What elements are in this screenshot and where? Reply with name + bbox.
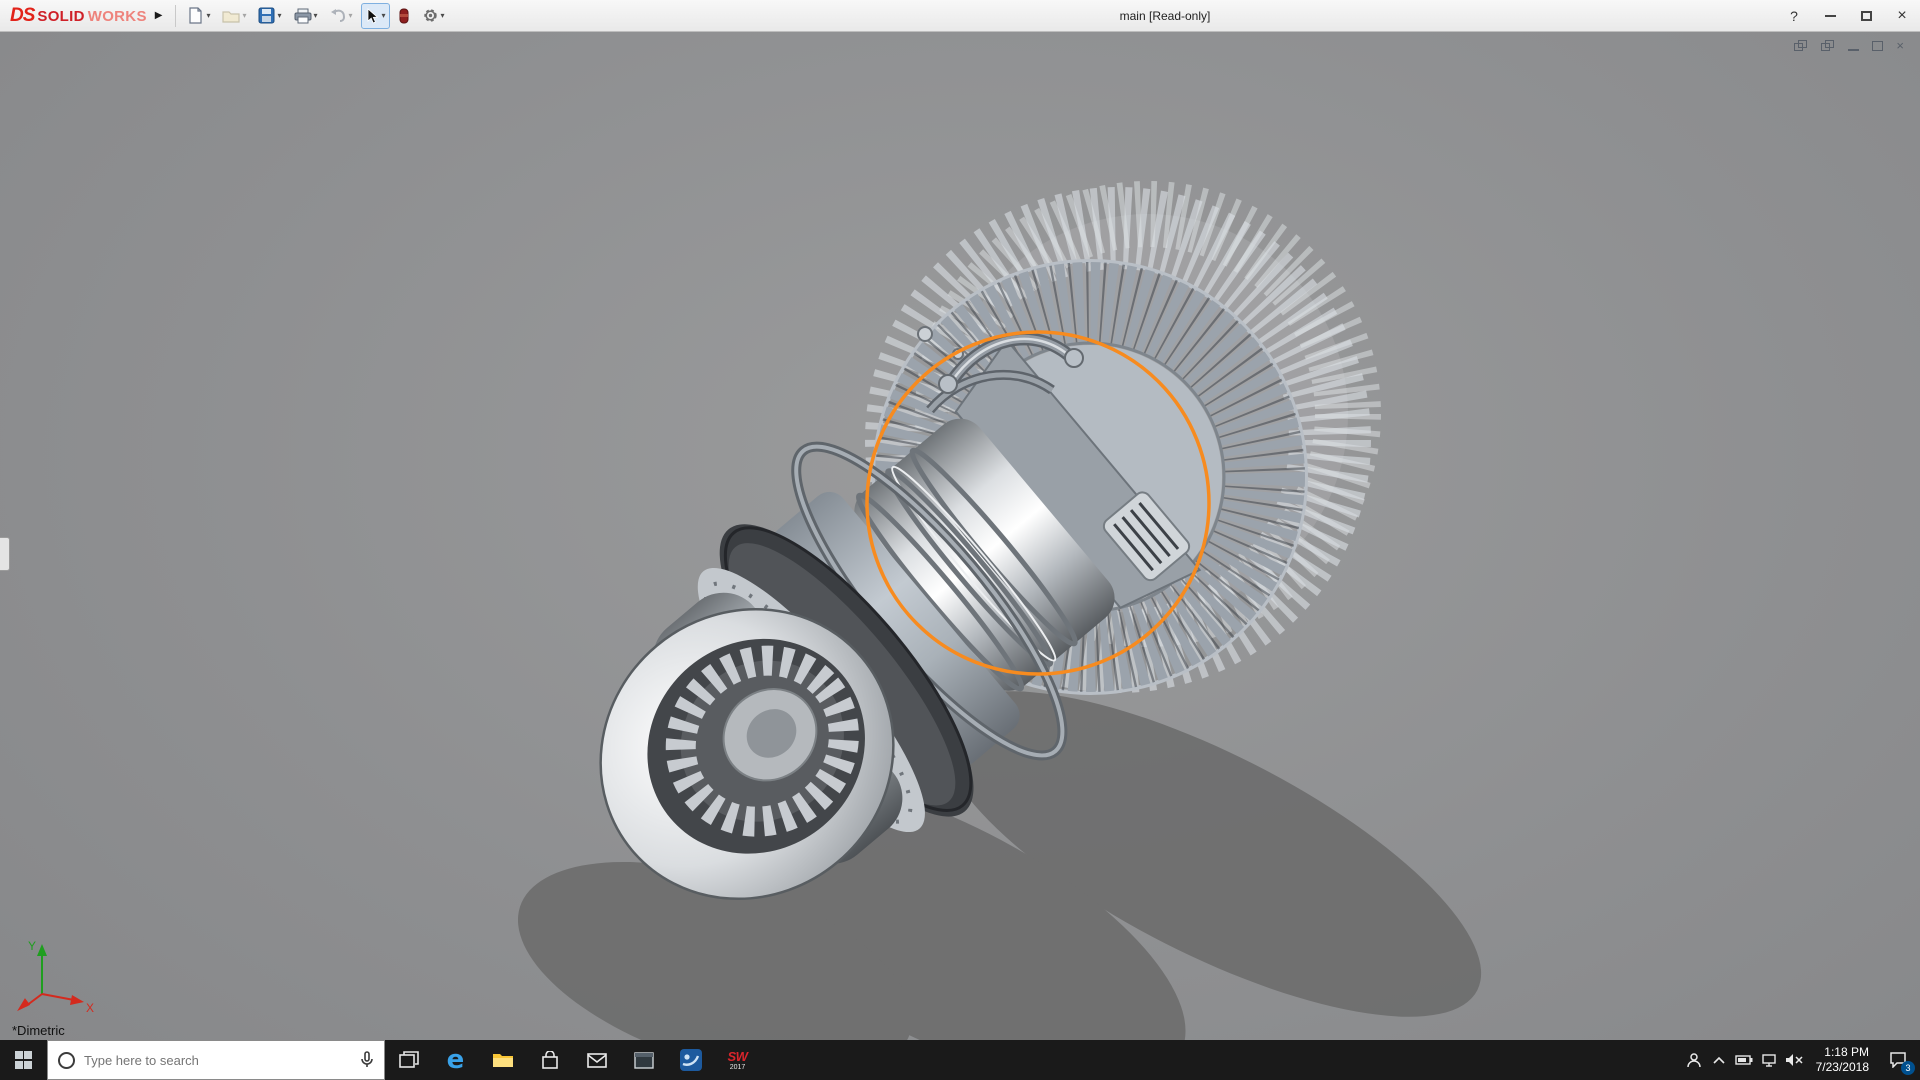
close-button[interactable]: × (1884, 0, 1920, 32)
select-tool-button[interactable]: ▾ (361, 3, 390, 29)
task-view-button[interactable] (385, 1040, 432, 1080)
document-title: main [Read-only] (1120, 9, 1211, 23)
toolbar-separator (175, 5, 176, 27)
solidworks-2017-icon: SW 2017 (728, 1050, 748, 1071)
save-caret[interactable]: ▾ (277, 11, 281, 20)
help-button[interactable]: ? (1776, 0, 1812, 32)
open-document-caret[interactable]: ▾ (242, 11, 246, 20)
notification-badge: 3 (1901, 1061, 1915, 1075)
network-icon (1761, 1053, 1777, 1067)
print-icon (294, 8, 312, 24)
graphics-viewport[interactable]: × Y X *Dimetric (0, 32, 1920, 1040)
brand-works: WORKS (88, 8, 147, 25)
title-bar: DS SOLIDWORKS ▶ ▾ ▾ (0, 0, 1920, 32)
child-restore-icon[interactable] (1872, 41, 1883, 51)
taskbar-clock[interactable]: 1:18 PM 7/23/2018 (1807, 1045, 1878, 1075)
menu-flyout-arrow[interactable]: ▶ (155, 10, 163, 21)
volume-button[interactable] (1782, 1040, 1807, 1080)
save-floppy-icon (258, 7, 275, 24)
triad-y-label: Y (28, 939, 36, 953)
new-document-caret[interactable]: ▾ (206, 11, 210, 20)
select-tool-caret[interactable]: ▾ (382, 11, 386, 20)
app-window-button[interactable] (620, 1040, 667, 1080)
maximize-button[interactable] (1848, 0, 1884, 32)
file-explorer-button[interactable] (479, 1040, 526, 1080)
minimize-icon (1825, 15, 1836, 17)
clock-date: 7/23/2018 (1816, 1060, 1869, 1075)
options-caret[interactable]: ▾ (441, 11, 445, 20)
open-folder-icon (222, 8, 240, 24)
new-document-icon (187, 7, 204, 24)
taskbar-search[interactable] (47, 1040, 385, 1080)
people-icon (1686, 1052, 1702, 1068)
task-view-icon (399, 1051, 419, 1069)
hidden-icons-button[interactable] (1707, 1040, 1732, 1080)
undo-caret[interactable]: ▾ (349, 11, 353, 20)
select-cursor-icon (365, 8, 380, 24)
undo-button[interactable]: ▾ (326, 3, 357, 29)
jet-engine-model[interactable] (0, 32, 1920, 1040)
child-close-icon[interactable]: × (1896, 39, 1904, 52)
panel-collapse-tab[interactable] (0, 537, 10, 571)
battery-icon (1735, 1055, 1753, 1065)
people-button[interactable] (1682, 1040, 1707, 1080)
search-input[interactable] (84, 1053, 351, 1068)
cortana-icon (58, 1052, 75, 1069)
maximize-icon (1861, 11, 1872, 21)
red-tool-button[interactable] (394, 3, 414, 29)
close-icon: × (1897, 8, 1906, 24)
store-button[interactable] (526, 1040, 573, 1080)
print-button[interactable]: ▾ (290, 3, 322, 29)
new-document-button[interactable]: ▾ (183, 3, 214, 29)
solidworks-app-button[interactable] (667, 1040, 714, 1080)
battery-button[interactable] (1732, 1040, 1757, 1080)
solidworks-logo: DS SOLIDWORKS (0, 5, 153, 27)
triad-x-label: X (86, 1001, 94, 1015)
solidworks-2017-button[interactable]: SW 2017 (714, 1040, 761, 1080)
mail-button[interactable] (573, 1040, 620, 1080)
brand-solid: SOLID (37, 8, 84, 25)
action-center-button[interactable]: 3 (1878, 1040, 1918, 1080)
sw-year: 2017 (730, 1064, 746, 1071)
save-button[interactable]: ▾ (254, 3, 285, 29)
red-tool-icon (398, 8, 410, 24)
print-caret[interactable]: ▾ (314, 11, 318, 20)
child-window-controls: × (1794, 39, 1904, 52)
windows-logo-icon (15, 1051, 33, 1069)
edge-button[interactable]: e (432, 1040, 479, 1080)
gear-icon (422, 7, 439, 24)
clock-time: 1:18 PM (1824, 1045, 1869, 1060)
windows-taskbar: e (0, 1040, 1920, 1080)
view-orientation-label: *Dimetric (12, 1023, 65, 1038)
options-button[interactable]: ▾ (418, 3, 449, 29)
ds-logo-icon: DS (10, 5, 34, 27)
quick-access-toolbar: ▾ ▾ ▾ (183, 3, 448, 29)
solidworks-app-icon (679, 1048, 703, 1072)
restore-group-icon[interactable] (1794, 40, 1808, 52)
network-button[interactable] (1757, 1040, 1782, 1080)
start-button[interactable] (0, 1040, 47, 1080)
store-bag-icon (541, 1051, 559, 1070)
minimize-button[interactable] (1812, 0, 1848, 32)
system-tray: 1:18 PM 7/23/2018 3 (1682, 1040, 1920, 1080)
file-explorer-icon (492, 1051, 514, 1069)
window-controls: ? × (1776, 0, 1920, 32)
solidworks-window: DS SOLIDWORKS ▶ ▾ ▾ (0, 0, 1920, 1080)
sw-glyph: SW (728, 1050, 748, 1063)
edge-icon: e (447, 1045, 465, 1075)
child-minimize-icon[interactable] (1848, 49, 1859, 51)
undo-arrow-icon (330, 8, 347, 23)
restore-group-icon[interactable] (1821, 40, 1835, 52)
chevron-up-icon (1713, 1056, 1725, 1064)
app-window-icon (634, 1052, 654, 1069)
open-document-button[interactable]: ▾ (218, 3, 250, 29)
microphone-icon[interactable] (360, 1051, 374, 1069)
volume-muted-icon (1785, 1053, 1803, 1067)
orientation-triad: Y X (10, 932, 100, 1020)
mail-icon (587, 1053, 607, 1068)
